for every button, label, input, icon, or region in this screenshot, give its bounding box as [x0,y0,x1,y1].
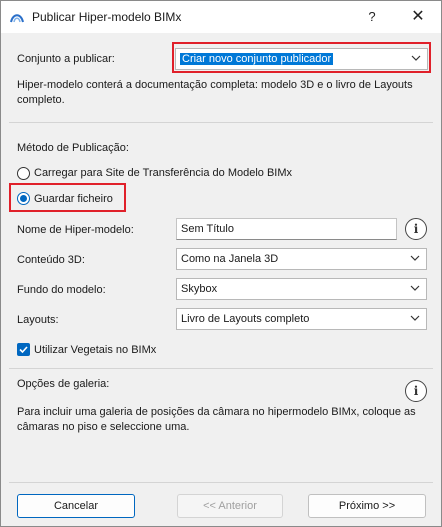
publish-dialog: Publicar Hiper-modelo BIMx ? ✕ Conjunto … [0,0,442,527]
cancel-button[interactable]: Cancelar [17,494,135,518]
model-name-input[interactable]: Sem Título [176,218,397,240]
title-bar: Publicar Hiper-modelo BIMx ? ✕ [1,1,441,33]
set-description: Hiper-modelo conterá a documentação comp… [17,79,413,106]
radio-upload-label[interactable]: Carregar para Site de Transferência do M… [34,167,292,179]
gallery-description: Para incluir uma galeria de posições da … [17,406,416,433]
layouts-value: Livro de Layouts completo [181,313,310,325]
dialog-title: Publicar Hiper-modelo BIMx [32,10,182,24]
content3d-label: Conteúdo 3D: [17,254,85,266]
vegetation-checkbox[interactable] [17,343,30,356]
radio-upload[interactable] [17,167,30,180]
next-button[interactable]: Próximo >> [308,494,426,518]
chevron-down-icon [410,285,420,291]
bimx-app-icon [10,14,24,23]
gallery-title: Opções de galeria: [17,378,110,390]
highlight-box-set [172,42,431,73]
background-label: Fundo do modelo: [17,284,106,296]
vegetation-label[interactable]: Utilizar Vegetais no BIMx [34,344,156,356]
model-name-label: Nome de Hiper-modelo: [17,224,134,236]
chevron-down-icon [410,315,420,321]
divider [9,482,433,483]
chevron-down-icon [410,255,420,261]
help-button[interactable]: ? [357,3,387,31]
info-icon[interactable]: i [405,380,427,402]
background-value: Skybox [181,283,218,295]
model-name-value: Sem Título [181,223,234,235]
content3d-dropdown[interactable]: Como na Janela 3D [176,248,427,270]
content3d-value: Como na Janela 3D [181,253,279,265]
background-dropdown[interactable]: Skybox [176,278,427,300]
info-icon[interactable]: i [405,218,427,240]
divider [9,122,433,123]
divider [9,368,433,369]
layouts-dropdown[interactable]: Livro de Layouts completo [176,308,427,330]
layouts-label: Layouts: [17,314,59,326]
method-title: Método de Publicação: [17,142,129,154]
check-icon [19,346,28,354]
set-label: Conjunto a publicar: [17,53,115,65]
previous-button[interactable]: << Anterior [177,494,283,518]
close-button[interactable]: ✕ [401,3,435,31]
highlight-box-save [9,183,126,212]
